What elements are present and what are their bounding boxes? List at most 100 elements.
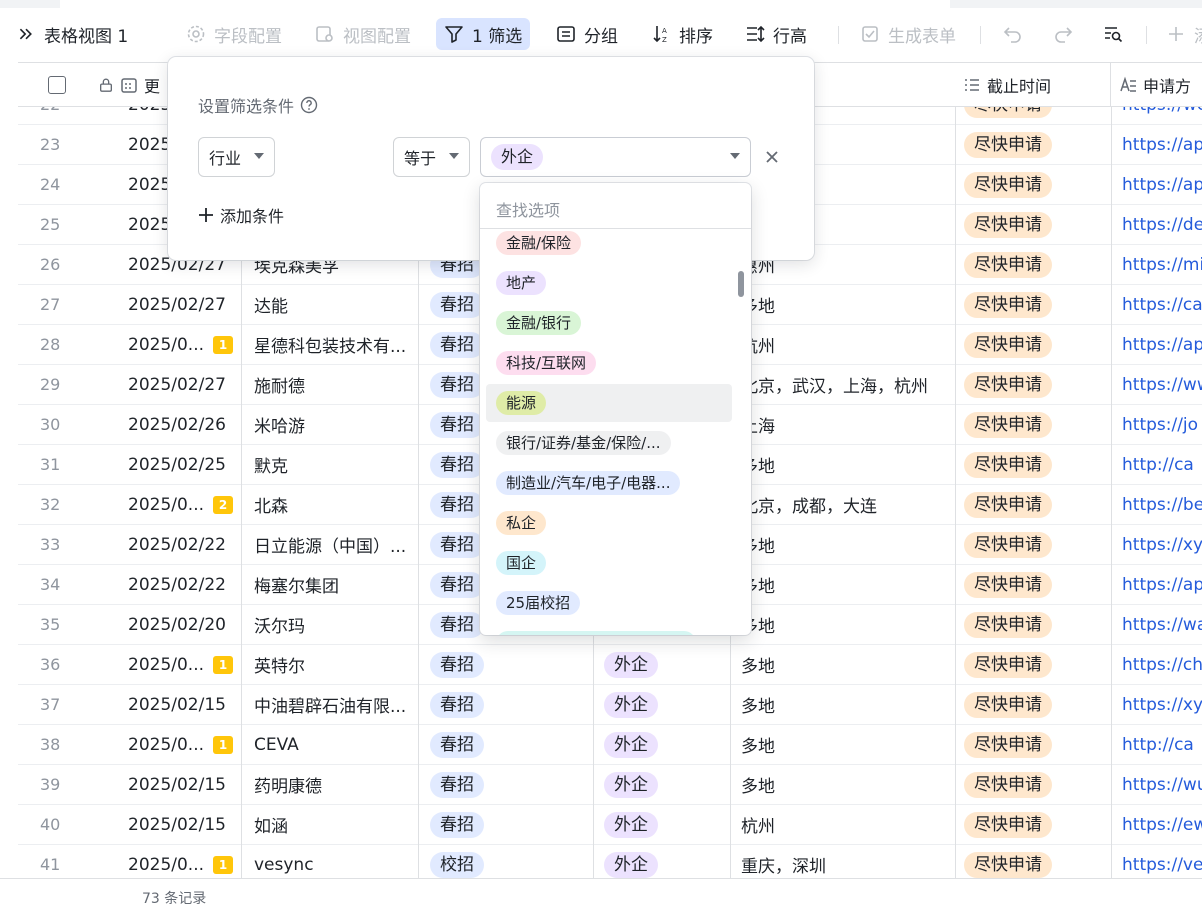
cell-company[interactable]: CEVA — [254, 725, 414, 764]
cell-date[interactable]: 2025/02/15 — [128, 805, 252, 844]
cell-date[interactable]: 2025/02/15 — [128, 765, 252, 804]
table-row[interactable]: 37 2025/02/15 中油碧辟石油有限... 春招 外企 多地 尽快申请 https:/… — [18, 685, 1202, 725]
apply-link-text[interactable]: https://ew — [1122, 815, 1202, 835]
apply-link-text[interactable]: https://be — [1122, 495, 1202, 515]
cell-apply-link[interactable]: https://be — [1122, 485, 1202, 524]
cell-deadline[interactable]: 尽快申请 — [964, 365, 1114, 404]
cell-recruit-type[interactable]: 春招 — [430, 725, 600, 764]
filter-value-select[interactable]: 外企 — [480, 137, 751, 177]
comment-count-badge[interactable]: 2 — [212, 485, 234, 524]
cell-deadline[interactable]: 尽快申请 — [964, 845, 1114, 878]
redo-button[interactable] — [1053, 18, 1081, 50]
cell-deadline[interactable]: 尽快申请 — [964, 285, 1114, 324]
option-item[interactable]: 银行/证券/基金/保险/... — [486, 424, 732, 462]
row-height-button[interactable]: 行高 — [745, 18, 807, 50]
apply-link-text[interactable]: https://xy — [1122, 695, 1202, 715]
cell-company[interactable]: 英特尔 — [254, 645, 414, 684]
cell-date[interactable]: 2025/02/27 — [128, 365, 252, 404]
cell-deadline[interactable]: 尽快申请 — [964, 445, 1114, 484]
cell-company[interactable]: 默克 — [254, 445, 414, 484]
cell-recruit-type[interactable]: 春招 — [430, 685, 600, 724]
cell-city[interactable]: 上海 — [741, 405, 961, 444]
cell-apply-link[interactable]: https://xy — [1122, 525, 1202, 564]
cell-deadline[interactable]: 尽快申请 — [964, 565, 1114, 604]
cell-company[interactable]: 如涵 — [254, 805, 414, 844]
cell-company[interactable]: 星德科包装技术有... — [254, 325, 414, 364]
cell-company[interactable]: 北森 — [254, 485, 414, 524]
cell-apply-link[interactable]: https://xy — [1122, 685, 1202, 724]
apply-link-text[interactable]: https://ca — [1122, 295, 1202, 315]
cell-industry[interactable]: 外企 — [604, 765, 734, 804]
apply-link-text[interactable]: https://ap — [1122, 575, 1202, 595]
cell-deadline[interactable]: 尽快申请 — [964, 605, 1114, 644]
apply-link-text[interactable]: https://ap — [1122, 175, 1202, 195]
generate-form-button[interactable]: 生成表单 — [860, 18, 956, 50]
dropdown-scrollbar[interactable] — [738, 271, 744, 297]
cell-city[interactable]: 多地 — [741, 445, 961, 484]
header-apply[interactable]: 申请方 — [1111, 63, 1202, 107]
cell-city[interactable]: 多地 — [741, 605, 961, 644]
apply-link-text[interactable]: https://xy — [1122, 535, 1202, 555]
cell-deadline[interactable]: 尽快申请 — [964, 165, 1114, 204]
cell-apply-link[interactable]: https://wu — [1122, 765, 1202, 804]
cell-city[interactable]: 多地 — [741, 725, 961, 764]
cell-industry[interactable]: 外企 — [604, 805, 734, 844]
apply-link-text[interactable]: https://jo — [1122, 415, 1198, 435]
cell-city[interactable]: 多地 — [741, 765, 961, 804]
option-item[interactable]: 私企 — [486, 504, 732, 542]
apply-link-text[interactable]: http://ca — [1122, 455, 1194, 475]
cell-industry[interactable]: 外企 — [604, 685, 734, 724]
table-row[interactable]: 38 2025/0... 1 CEVA 春招 外企 多地 尽快申请 http://ca — [18, 725, 1202, 765]
cell-city[interactable]: 北京，成都，大连 — [741, 485, 961, 524]
view-switcher[interactable]: 表格视图 1 — [18, 18, 128, 50]
cell-industry[interactable]: 外企 — [604, 725, 734, 764]
apply-link-text[interactable]: https://wa — [1122, 615, 1202, 635]
apply-link-text[interactable]: https://mi — [1122, 255, 1202, 275]
cell-apply-link[interactable]: https://mi — [1122, 245, 1202, 284]
cell-company[interactable]: 梅塞尔集团 — [254, 565, 414, 604]
cell-apply-link[interactable]: https://ap — [1122, 165, 1202, 204]
cell-apply-link[interactable]: https://ca — [1122, 285, 1202, 324]
comment-count-badge[interactable]: 1 — [212, 725, 234, 764]
help-icon[interactable] — [300, 96, 318, 114]
add-record-button[interactable]: 添 — [1166, 18, 1202, 50]
cell-industry[interactable]: 外企 — [604, 845, 734, 878]
cell-recruit-type[interactable]: 春招 — [430, 645, 600, 684]
cell-city[interactable]: 多地 — [741, 645, 961, 684]
cell-apply-link[interactable]: https://wa — [1122, 605, 1202, 644]
cell-company[interactable]: 沃尔玛 — [254, 605, 414, 644]
apply-link-text[interactable]: http://ca — [1122, 735, 1194, 755]
filter-button[interactable]: 1 筛选 — [436, 18, 531, 50]
cell-deadline[interactable]: 尽快申请 — [964, 485, 1114, 524]
add-condition-button[interactable]: 添加条件 — [198, 203, 284, 227]
cell-date[interactable]: 2025/02/20 — [128, 605, 252, 644]
cell-city[interactable]: 多地 — [741, 285, 961, 324]
option-item[interactable]: 金融/保险 — [486, 229, 732, 262]
field-config-button[interactable]: 字段配置 — [186, 18, 282, 50]
comment-count-badge[interactable]: 1 — [212, 645, 234, 684]
cell-deadline[interactable]: 尽快申请 — [964, 685, 1114, 724]
search-records-button[interactable] — [1103, 18, 1131, 50]
option-item[interactable]: 地产 — [486, 264, 732, 302]
view-config-button[interactable]: 视图配置 — [315, 18, 411, 50]
cell-city[interactable]: 多地 — [741, 525, 961, 564]
group-button[interactable]: 分组 — [556, 18, 618, 50]
cell-city[interactable]: 北京，武汉，上海，杭州 — [741, 365, 961, 404]
cell-company[interactable]: vesync — [254, 845, 414, 878]
cell-apply-link[interactable]: https://jo — [1122, 405, 1202, 444]
cell-city[interactable]: 杭州 — [741, 805, 961, 844]
cell-city[interactable]: 多地 — [741, 565, 961, 604]
apply-link-text[interactable]: https://ap — [1122, 135, 1202, 155]
cell-date[interactable]: 2025/02/22 — [128, 565, 252, 604]
cell-city[interactable]: 杭州 — [741, 325, 961, 364]
cell-recruit-type[interactable]: 春招 — [430, 805, 600, 844]
apply-link-text[interactable]: https://ve — [1122, 855, 1202, 875]
remove-condition-icon[interactable] — [762, 147, 782, 167]
undo-button[interactable] — [1003, 18, 1031, 50]
cell-apply-link[interactable]: https://ww — [1122, 365, 1202, 404]
table-row[interactable]: 36 2025/0... 1 英特尔 春招 外企 多地 尽快申请 https://ch — [18, 645, 1202, 685]
apply-link-text[interactable]: https://wu — [1122, 775, 1202, 795]
cell-deadline[interactable]: 尽快申请 — [964, 405, 1114, 444]
cell-date[interactable]: 2025/02/15 — [128, 685, 252, 724]
option-item[interactable]: 国企 — [486, 544, 732, 582]
